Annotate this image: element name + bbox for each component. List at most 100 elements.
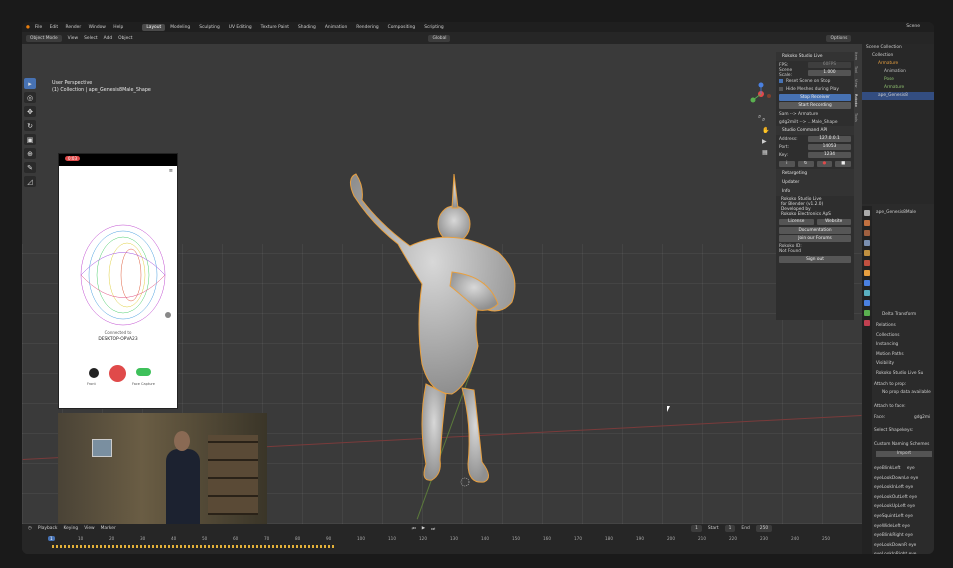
- physics-props-icon[interactable]: [864, 300, 870, 306]
- sign-out-button[interactable]: Sign out: [779, 256, 851, 263]
- annotate-icon[interactable]: ✎: [24, 162, 36, 173]
- fps-field[interactable]: 60FPS: [808, 62, 851, 68]
- tab-texture-paint[interactable]: Texture Paint: [257, 24, 293, 31]
- key-field[interactable]: 1234: [808, 152, 851, 158]
- shapekey-row[interactable]: eyeLookInRight eye: [874, 550, 920, 554]
- frame-ruler[interactable]: 1 10 20 30 40 50 60 70 80 90 100 110 120…: [48, 536, 848, 543]
- shapekey-row[interactable]: eyeLookUpLeft eye: [874, 502, 920, 512]
- side-tab-view[interactable]: View: [854, 79, 858, 88]
- tab-rendering[interactable]: Rendering: [352, 24, 382, 31]
- menu-view[interactable]: View: [68, 36, 78, 41]
- render-props-icon[interactable]: [864, 220, 870, 226]
- delta-transform-section[interactable]: Delta Transform: [882, 312, 916, 317]
- join-forums-button[interactable]: Join our Forums: [779, 235, 851, 242]
- shapekey-row[interactable]: eyeBlinkRight eye: [874, 531, 920, 541]
- start-frame-field[interactable]: 1: [724, 525, 736, 532]
- zoom-icon[interactable]: ⌕: [762, 116, 765, 124]
- shapekey-row[interactable]: eyeSquintLeft eye: [874, 512, 920, 522]
- shapekey-field[interactable]: eye: [905, 485, 913, 490]
- record-icon[interactable]: ●: [816, 161, 833, 167]
- material-props-icon[interactable]: [864, 320, 870, 326]
- object-props-icon[interactable]: [864, 270, 870, 276]
- shapekey-row[interactable]: eyeLookDownR eye: [874, 541, 920, 551]
- shapekey-row[interactable]: eyeBlinkLeft eye: [874, 464, 920, 474]
- face-capture-toggle[interactable]: [136, 368, 151, 376]
- section-visibility[interactable]: Visibility: [876, 359, 923, 369]
- shapekey-field[interactable]: eye: [909, 495, 917, 500]
- import-button[interactable]: Import: [876, 451, 932, 457]
- shapekey-field[interactable]: eye: [908, 543, 916, 548]
- current-frame-field[interactable]: 1: [691, 525, 702, 532]
- menu-timeline-view[interactable]: View: [84, 526, 94, 531]
- blender-logo-icon[interactable]: ●: [26, 25, 30, 30]
- menu-edit[interactable]: Edit: [50, 25, 59, 30]
- license-button[interactable]: License: [779, 219, 814, 225]
- side-tab-tools[interactable]: Tools: [854, 113, 858, 122]
- modifier-props-icon[interactable]: [864, 280, 870, 286]
- tab-scripting[interactable]: Scripting: [420, 24, 448, 31]
- particles-props-icon[interactable]: [864, 290, 870, 296]
- shapekey-row[interactable]: eyeLookOutLeft eye: [874, 493, 920, 503]
- ortho-grid-icon[interactable]: ▦: [762, 149, 768, 156]
- tab-shading[interactable]: Shading: [294, 24, 320, 31]
- section-collections[interactable]: Collections: [876, 331, 923, 341]
- section-rokoko[interactable]: Rokoko Studio Live Su: [876, 369, 923, 379]
- outliner-row-collection[interactable]: Collection: [862, 52, 934, 60]
- end-frame-field[interactable]: 250: [755, 525, 773, 532]
- outliner-row-armature[interactable]: Armature: [862, 60, 934, 68]
- tab-animation[interactable]: Animation: [321, 24, 351, 31]
- menu-icon[interactable]: ≡: [169, 168, 173, 174]
- section-instancing[interactable]: Instancing: [876, 340, 923, 350]
- pan-hand-icon[interactable]: ✋: [762, 127, 769, 134]
- transform-icon[interactable]: ⊕: [24, 148, 36, 159]
- object-name[interactable]: ape_Genesis8Male: [876, 210, 916, 215]
- retargeting-header[interactable]: Retargeting: [776, 169, 854, 178]
- view-layer-icon[interactable]: [864, 240, 870, 246]
- cursor-icon[interactable]: ◎: [24, 92, 36, 103]
- menu-marker[interactable]: Marker: [101, 526, 116, 531]
- outliner-row-armature-data[interactable]: Armature: [862, 84, 934, 92]
- tool-props-icon[interactable]: [864, 210, 870, 216]
- outliner-row-pose[interactable]: Pose: [862, 76, 934, 84]
- stop-icon[interactable]: ■: [835, 161, 851, 167]
- updater-header[interactable]: Updater: [776, 178, 854, 187]
- scene-props-icon[interactable]: [864, 250, 870, 256]
- section-motion-paths[interactable]: Motion Paths: [876, 350, 923, 360]
- hide-meshes-row[interactable]: Hide Meshes during Play: [776, 85, 854, 93]
- select-box-icon[interactable]: ▸: [24, 78, 36, 89]
- hide-meshes-checkbox[interactable]: [779, 87, 783, 91]
- menu-playback[interactable]: Playback: [38, 526, 58, 531]
- menu-add[interactable]: Add: [104, 36, 113, 41]
- rokoko-header[interactable]: Rokoko Studio Live: [776, 52, 854, 61]
- tab-layout[interactable]: Layout: [142, 23, 166, 31]
- shapekey-field[interactable]: eye: [907, 504, 915, 509]
- info-header[interactable]: Info: [776, 187, 854, 196]
- move-icon[interactable]: ✥: [24, 106, 36, 117]
- shapekey-row[interactable]: eyeWideLeft eye: [874, 522, 920, 532]
- data-props-icon[interactable]: [864, 310, 870, 316]
- menu-file[interactable]: File: [35, 25, 42, 30]
- shapekey-row[interactable]: eyeLookInLeft eye: [874, 483, 920, 493]
- scale-icon[interactable]: ▣: [24, 134, 36, 145]
- menu-object[interactable]: Object: [118, 36, 132, 41]
- mode-dropdown[interactable]: Object Mode: [26, 34, 62, 42]
- measure-icon[interactable]: ◿: [24, 176, 36, 187]
- character-model[interactable]: [302, 164, 542, 494]
- website-button[interactable]: Website: [816, 219, 851, 225]
- stop-receiver-button[interactable]: Stop Receiver: [779, 94, 851, 101]
- camera-icon[interactable]: [165, 312, 171, 318]
- record-button[interactable]: [109, 365, 126, 382]
- shapekey-row[interactable]: eyeLookDownLe eye: [874, 474, 920, 484]
- side-tab-tool[interactable]: Tool: [854, 66, 858, 73]
- side-tab-item[interactable]: Item: [854, 52, 858, 60]
- orientation-dropdown[interactable]: Global: [428, 34, 451, 42]
- port-field[interactable]: 14053: [808, 144, 851, 150]
- shapekey-field[interactable]: eye: [905, 533, 913, 538]
- face-field[interactable]: gdg2mi: [914, 415, 930, 420]
- documentation-button[interactable]: Documentation: [779, 227, 851, 234]
- refresh-icon[interactable]: ↻: [797, 161, 814, 167]
- jump-end-icon[interactable]: ⏭: [431, 526, 435, 532]
- reset-scene-checkbox[interactable]: [779, 79, 783, 83]
- scene-scale-field[interactable]: 1.000: [808, 70, 851, 76]
- menu-render[interactable]: Render: [66, 25, 82, 30]
